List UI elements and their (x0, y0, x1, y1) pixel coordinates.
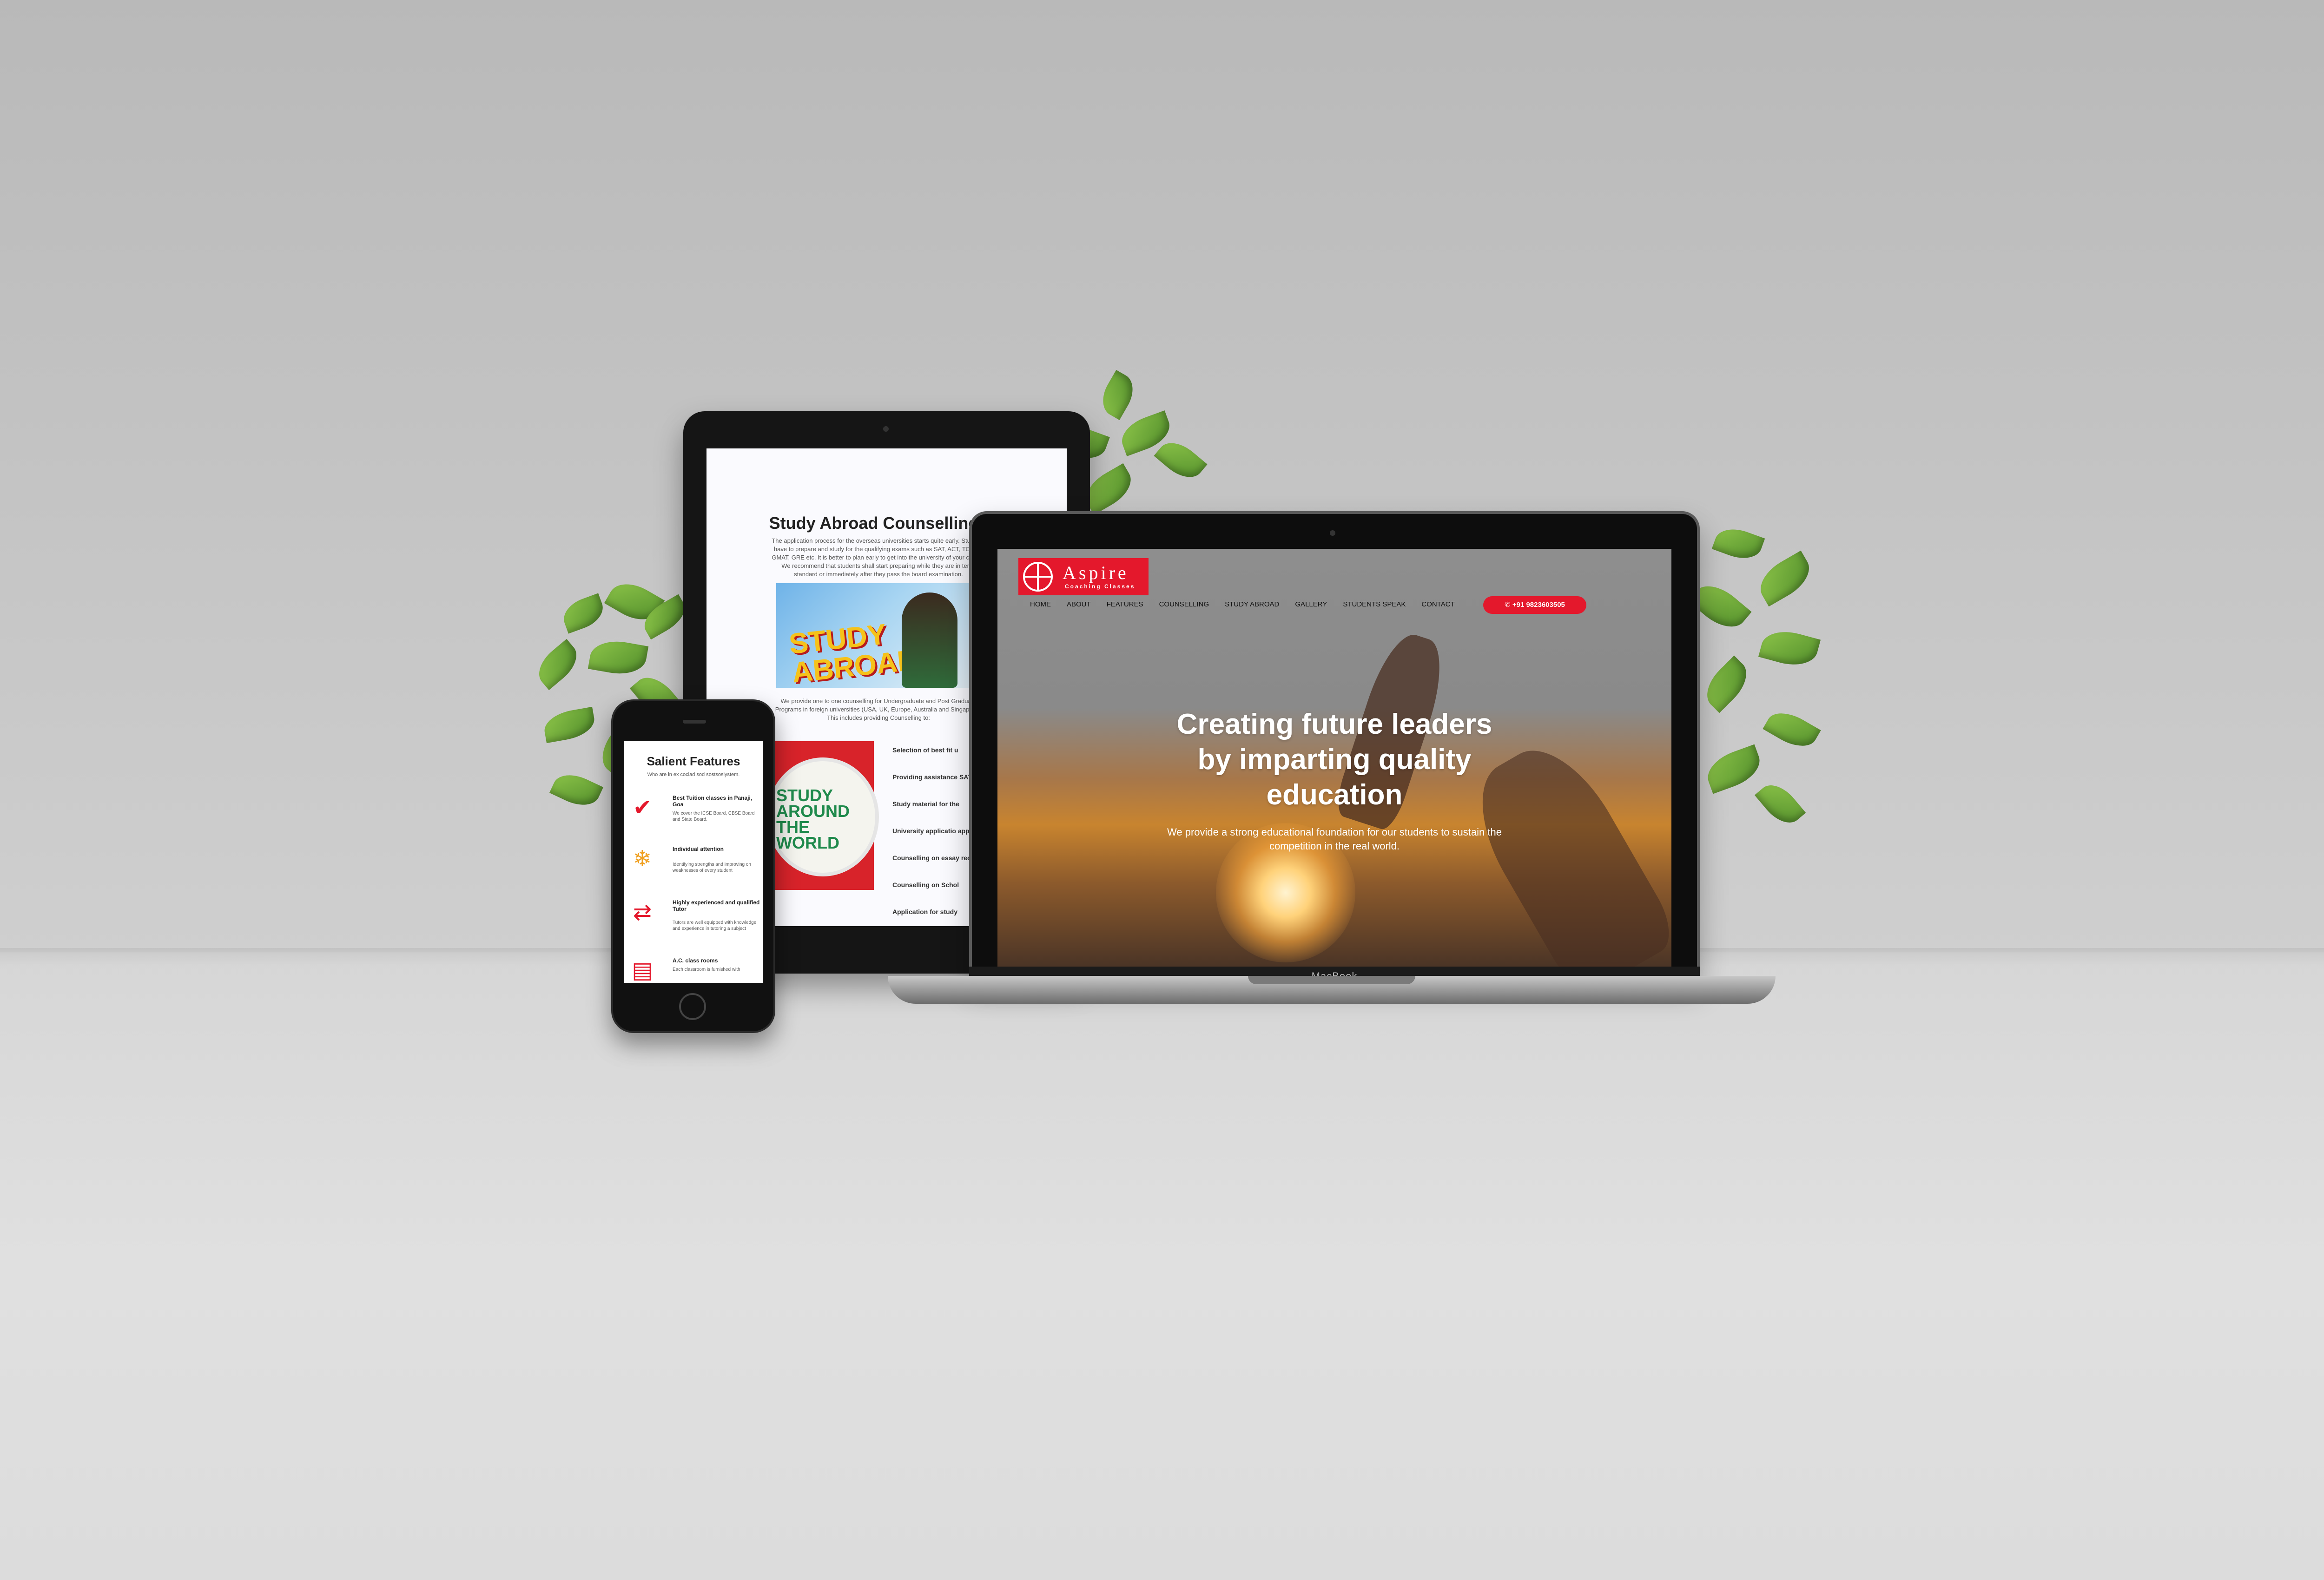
nav-gallery[interactable]: GALLERY (1295, 599, 1327, 610)
tablet-page-title: Study Abroad Counselling (769, 514, 979, 533)
nav-counselling[interactable]: COUNSELLING (1159, 599, 1209, 610)
feature-desc: Tutors are well equipped with knowledge … (673, 920, 757, 931)
hero-subtitle: We provide a strong educational foundati… (1167, 826, 1502, 852)
feature-heading: Best Tuition classes in Panaji, Goa (673, 795, 753, 808)
tablet-camera (883, 426, 889, 432)
call-button-label: +91 9823603505 (1512, 601, 1565, 609)
tablet-intro-text: The application process for the overseas… (772, 537, 985, 578)
certificate-icon: ▤ (632, 958, 653, 983)
tablet-intro2-text: We provide one to one counselling for Un… (775, 698, 982, 721)
feature-desc: We cover the ICSE Board, CBSE Board and … (673, 811, 755, 822)
check-icon: ✔ (633, 796, 652, 820)
phone-screen: Salient Features Who are in ex cociad so… (624, 741, 763, 983)
study-abroad-image: STUDY ABROAD (776, 583, 976, 688)
nav-home[interactable]: HOME (1030, 599, 1051, 610)
laptop-device: Aspire Coaching Classes HOME ABOUT FEATU… (969, 511, 1700, 979)
phone-page-title: Salient Features (647, 754, 740, 768)
feature-heading: Individual attention (673, 846, 724, 852)
phone-device: Salient Features Who are in ex cociad so… (611, 699, 775, 1033)
laptop-notch (1248, 976, 1415, 984)
feature-heading: Highly experienced and qualified Tutor (673, 899, 760, 912)
laptop-camera (1330, 530, 1335, 536)
globe-icon (1023, 562, 1053, 592)
logo-subtitle: Coaching Classes (1065, 583, 1136, 590)
phone-icon: ✆ (1505, 601, 1512, 609)
main-nav: HOME ABOUT FEATURES COUNSELLING STUDY AB… (1030, 599, 1471, 610)
nav-features[interactable]: FEATURES (1107, 599, 1143, 610)
students-figure (902, 592, 957, 688)
study-around-world-text: STUDY AROUND THE WORLD (776, 786, 850, 852)
phone-home-button[interactable] (679, 993, 706, 1020)
snowflake-icon: ❄ (633, 847, 652, 871)
phone-page-subtitle: Who are in ex cociad sod sostsoslystem. (647, 772, 740, 777)
feature-desc: Identifying strengths and improving on w… (673, 862, 751, 873)
arrows-icon: ⇄ (633, 900, 652, 925)
logo-name: Aspire (1063, 562, 1129, 583)
feature-heading: A.C. class rooms (673, 957, 718, 964)
laptop-screen: Aspire Coaching Classes HOME ABOUT FEATU… (997, 549, 1671, 967)
nav-study-abroad[interactable]: STUDY ABROAD (1225, 599, 1279, 610)
nav-students-speak[interactable]: STUDENTS SPEAK (1343, 599, 1406, 610)
phone-speaker (683, 720, 706, 724)
nav-contact[interactable]: CONTACT (1421, 599, 1454, 610)
nav-about[interactable]: ABOUT (1067, 599, 1091, 610)
hero-title: Creating future leaders by imparting qua… (1176, 708, 1492, 811)
call-button[interactable]: ✆ +91 9823603505 (1483, 596, 1586, 614)
site-logo[interactable]: Aspire Coaching Classes (1018, 558, 1149, 595)
feature-desc: Each classroom is furnished with (673, 967, 740, 972)
